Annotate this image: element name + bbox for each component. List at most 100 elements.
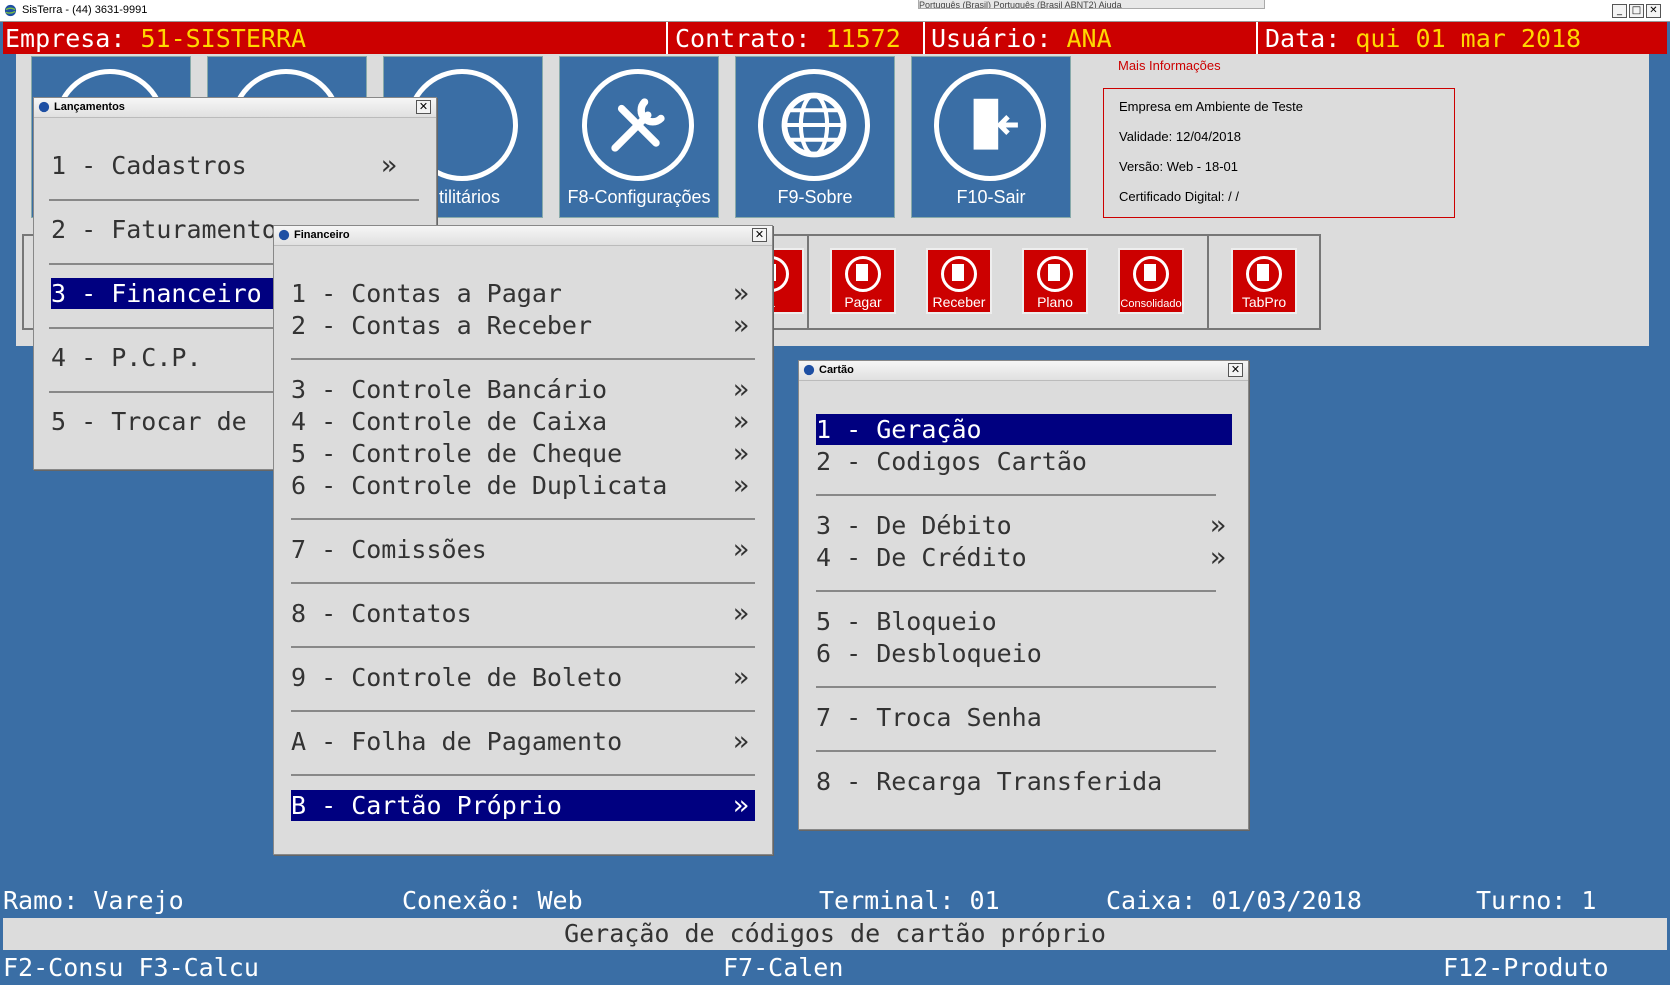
tile-label: F8-Configurações	[567, 187, 711, 207]
receber-button[interactable]: Receber	[926, 248, 992, 314]
header-bar: Empresa: 51-SISTERRA Contrato: 11572 Usu…	[3, 22, 1667, 54]
close-icon[interactable]: ✕	[752, 228, 767, 242]
language-strip[interactable]: Português (Brasil) Português (Brasil ABN…	[918, 0, 1265, 9]
pagar-button[interactable]: Pagar	[830, 248, 896, 314]
globe-icon	[278, 229, 290, 241]
menu-item-label: 2 - Faturamento	[51, 215, 277, 244]
usuario-field: Usuário: ANA	[931, 22, 1112, 54]
tile-label: F9-Sobre	[777, 187, 853, 207]
info-versao: Versão: Web - 18-01	[1119, 159, 1238, 174]
contrato-field: Contrato: 11572	[675, 22, 901, 54]
status-bar: Ramo: Varejo Conexão: Web Terminal: 01 C…	[0, 884, 1670, 918]
tabpro-button[interactable]: TabPro	[1231, 248, 1297, 314]
submenu-arrow-icon: »	[732, 790, 749, 821]
menu-item-label: A - Folha de Pagamento	[291, 727, 623, 756]
menu-item-label: 5 - Controle de Cheque	[291, 439, 623, 468]
menu-item[interactable]: 8 - Contatos »	[291, 598, 755, 629]
menu-item[interactable]: 4 - De Crédito »	[816, 542, 1232, 573]
menu-item[interactable]: 7 - Troca Senha	[816, 702, 1232, 733]
menu-divider	[291, 774, 755, 776]
submenu-arrow-icon: »	[732, 374, 749, 405]
window-title: Cartão	[819, 364, 854, 376]
menu-item-label: 8 - Recarga Transferida	[816, 767, 1163, 796]
menu-item[interactable]: 1 - Contas a Pagar »	[291, 278, 755, 309]
menu-item-label: 1 - Geração	[816, 415, 982, 444]
submenu-arrow-icon: »	[732, 310, 749, 341]
document-icon	[941, 256, 977, 292]
tile-sobre[interactable]: F9-Sobre	[735, 56, 895, 218]
submenu-arrow-icon: »	[732, 662, 749, 693]
menu-divider	[816, 750, 1216, 752]
info-box: Empresa em Ambiente de Teste Validade: 1…	[1103, 88, 1455, 218]
close-icon[interactable]: ✕	[1228, 363, 1243, 377]
menu-item-label: 3 - Financeiro	[51, 279, 262, 308]
submenu-arrow-icon: »	[732, 598, 749, 629]
globe-icon	[803, 364, 815, 376]
submenu-arrow-icon: »	[732, 278, 749, 309]
status-caixa: Caixa: 01/03/2018	[1106, 886, 1362, 915]
consolidado-button[interactable]: Consolidado	[1118, 248, 1184, 314]
menu-item[interactable]: 2 - Contas a Receber »	[291, 310, 755, 341]
menu-item[interactable]: 9 - Controle de Boleto »	[291, 662, 755, 693]
menu-item[interactable]: 4 - Controle de Caixa »	[291, 406, 755, 437]
window-titlebar[interactable]: Lançamentos ✕	[34, 98, 436, 118]
exit-door-icon	[934, 69, 1046, 181]
close-icon[interactable]: ✕	[416, 100, 431, 114]
more-info-link[interactable]: Mais Informações	[1118, 58, 1221, 73]
menu-item[interactable]: 3 - Controle Bancário »	[291, 374, 755, 405]
menu-item[interactable]: 3 - De Débito »	[816, 510, 1232, 541]
menu-item[interactable]: 1 - Cadastros »	[51, 150, 427, 181]
menu-item[interactable]: 5 - Controle de Cheque »	[291, 438, 755, 469]
menu-item-selected[interactable]: 1 - Geração	[816, 414, 1232, 445]
menu-item-label: 5 - Bloqueio	[816, 607, 997, 636]
menu-divider	[816, 590, 1216, 592]
minimize-button[interactable]: _	[1612, 4, 1627, 18]
menu-divider	[816, 494, 1216, 496]
menu-item[interactable]: 5 - Bloqueio	[816, 606, 1232, 637]
tile-configuracoes[interactable]: F8-Configurações	[559, 56, 719, 218]
data-label: Data:	[1265, 24, 1341, 53]
menu-item[interactable]: 6 - Controle de Duplicata »	[291, 470, 755, 501]
document-icon	[845, 256, 881, 292]
menu-item[interactable]: A - Folha de Pagamento »	[291, 726, 755, 757]
menu-item-label: 7 - Troca Senha	[816, 703, 1042, 732]
fkeys-right[interactable]: F12-Produto	[1443, 950, 1609, 985]
tile-sair[interactable]: F10-Sair	[911, 56, 1071, 218]
tools-icon	[582, 69, 694, 181]
window-titlebar: SisTerra - (44) 3631-9991 Português (Bra…	[0, 0, 1670, 22]
info-validade: Validade: 12/04/2018	[1119, 129, 1241, 144]
window-titlebar[interactable]: Financeiro ✕	[274, 226, 772, 246]
menu-item-label: 1 - Contas a Pagar	[291, 279, 562, 308]
document-icon	[1133, 256, 1169, 292]
fkeys-left[interactable]: F2-Consu F3-Calcu	[3, 950, 259, 985]
status-terminal: Terminal: 01	[819, 886, 1000, 915]
submenu-arrow-icon: »	[732, 726, 749, 757]
close-button[interactable]: ✕	[1646, 4, 1661, 18]
menu-divider	[816, 686, 1216, 688]
empresa-value: 51-SISTERRA	[140, 24, 307, 53]
fkeys-center[interactable]: F7-Calen	[723, 950, 843, 985]
financeiro-window: Financeiro ✕ 1 - Contas a Pagar » 2 - Con…	[273, 225, 773, 855]
window-titlebar[interactable]: Cartão ✕	[799, 361, 1248, 381]
submenu-arrow-icon: »	[380, 150, 397, 181]
maximize-button[interactable]: □	[1629, 4, 1644, 18]
menu-item[interactable]: 8 - Recarga Transferida	[816, 766, 1232, 797]
menu-item[interactable]: 7 - Comissões »	[291, 534, 755, 565]
usuario-label: Usuário:	[931, 24, 1052, 53]
menu-divider	[291, 358, 755, 360]
menu-item-label: 9 - Controle de Boleto	[291, 663, 623, 692]
menu-item[interactable]: 2 - Codigos Cartão	[816, 446, 1232, 477]
function-keys-bar: F2-Consu F3-Calcu F7-Calen F12-Produto	[0, 950, 1670, 985]
menu-item-label: 2 - Codigos Cartão	[816, 447, 1087, 476]
menu-divider	[291, 710, 755, 712]
header-divider	[923, 22, 925, 54]
menu-item-label: 6 - Controle de Duplicata	[291, 471, 668, 500]
menu-item[interactable]: 6 - Desbloqueio	[816, 638, 1232, 669]
status-turno: Turno: 1	[1476, 886, 1597, 915]
menu-divider	[291, 582, 755, 584]
menu-item-label: 4 - Controle de Caixa	[291, 407, 608, 436]
menu-divider	[291, 646, 755, 648]
plano-button[interactable]: Plano	[1022, 248, 1088, 314]
menu-item-label: 2 - Contas a Receber	[291, 311, 593, 340]
menu-item-selected[interactable]: B - Cartão Próprio »	[291, 790, 755, 821]
